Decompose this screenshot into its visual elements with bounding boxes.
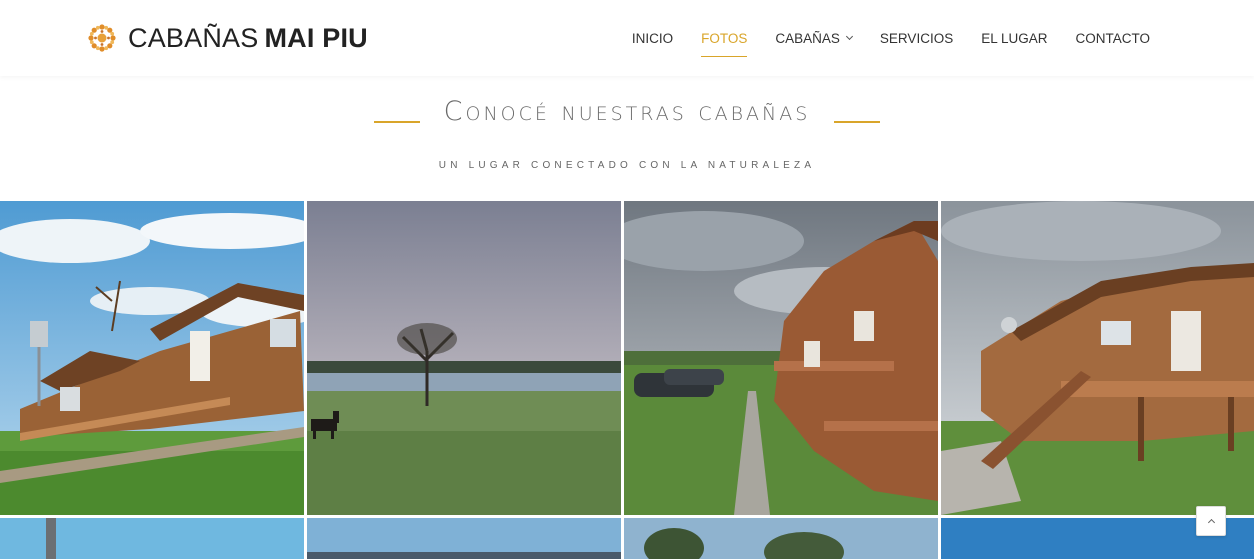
section-title: Conocé nuestras cabañas (443, 96, 811, 127)
sun-flower-logo-icon (88, 24, 116, 52)
nav-item-cabanas-label: CABAÑAS (775, 30, 840, 46)
photo-gallery (0, 201, 1254, 559)
section-subtitle: UN LUGAR CONECTADO CON LA NATURALEZA (438, 160, 816, 171)
brand-name-bold: MAI PIU (264, 22, 368, 53)
scroll-to-top-button[interactable] (1196, 506, 1226, 536)
brand-name-light: CABAÑAS (128, 22, 259, 53)
chevron-down-icon (845, 32, 853, 40)
nav-item-el-lugar[interactable]: EL LUGAR (981, 0, 1047, 76)
gallery-photo-cabins-blue-sky[interactable] (0, 201, 304, 515)
gallery-photo-cabins-path[interactable] (624, 201, 938, 515)
section-heading: Conocé nuestras cabañas (0, 96, 1254, 128)
gallery-photo-field-horse[interactable] (307, 201, 621, 515)
site-logo[interactable]: CABAÑAS MAI PIU (84, 18, 368, 58)
gallery-photo-horizon-water[interactable] (307, 518, 621, 559)
site-header: CABAÑAS MAI PIU INICIO FOTOS CABAÑAS SERV… (0, 0, 1254, 76)
heading-decor-left (373, 120, 420, 123)
main-nav: INICIO FOTOS CABAÑAS SERVICIOS EL LUGAR … (604, 0, 1150, 76)
gallery-photo-cabin-deck[interactable] (941, 201, 1254, 515)
nav-item-cabanas[interactable]: CABAÑAS (775, 0, 853, 76)
nav-item-inicio[interactable]: INICIO (632, 0, 673, 76)
nav-item-servicios[interactable]: SERVICIOS (880, 0, 953, 76)
nav-item-contacto[interactable]: CONTACTO (1075, 0, 1150, 76)
gallery-photo-pole-sky[interactable] (0, 518, 304, 559)
heading-decor-right (834, 120, 881, 123)
brand-name: CABAÑAS MAI PIU (128, 23, 368, 54)
gallery-photo-trees[interactable] (624, 518, 938, 559)
chevron-up-icon (1207, 518, 1215, 527)
nav-item-fotos[interactable]: FOTOS (701, 0, 748, 76)
